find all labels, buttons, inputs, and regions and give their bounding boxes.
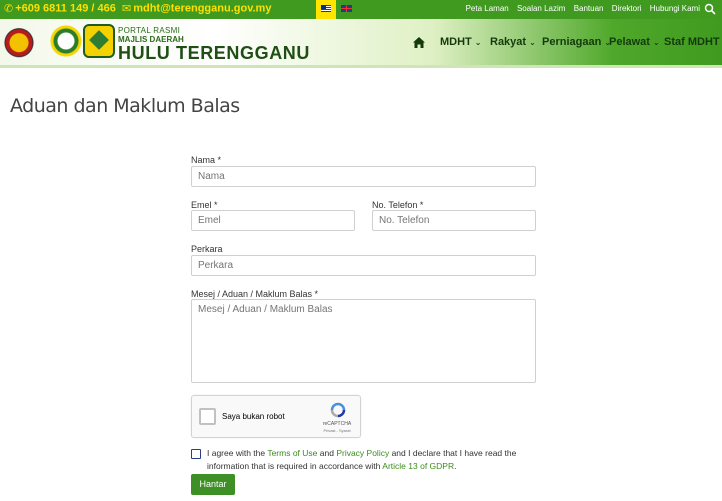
top-links: Peta Laman Soalan Lazim Bantuan Direktor… xyxy=(460,4,700,13)
recaptcha-terms[interactable]: Privasi - Syarat xyxy=(312,428,362,433)
contact-info: ✆ +609 6811 149 / 466 ✉ mdht@terengganu.go… xyxy=(4,2,271,16)
nav-perniagaan[interactable]: Perniagaan ⌄ xyxy=(542,36,611,48)
nav-rakyat-label: Rakyat xyxy=(490,36,527,48)
phone-number[interactable]: +609 6811 149 / 466 xyxy=(15,3,116,15)
link-bantuan[interactable]: Bantuan xyxy=(574,4,604,13)
search-icon[interactable] xyxy=(704,2,716,16)
email-address[interactable]: mdht@terengganu.gov.my xyxy=(133,3,271,15)
language-english-flag-icon[interactable] xyxy=(341,5,352,12)
email-input[interactable] xyxy=(191,210,355,231)
agree-text-end: . xyxy=(454,461,457,471)
gdpr-article-link[interactable]: Article 13 of GDPR xyxy=(382,461,454,471)
agree-text: I agree with the Terms of Use and Privac… xyxy=(207,447,527,473)
link-hubungi-kami[interactable]: Hubungi Kami xyxy=(650,4,700,13)
nav-mdht-label: MDHT xyxy=(440,36,472,48)
nav-rakyat[interactable]: Rakyat ⌄ xyxy=(490,36,536,48)
phone-label: No. Telefon * xyxy=(372,200,424,210)
link-peta-laman[interactable]: Peta Laman xyxy=(466,4,509,13)
nav-staf-mdht-label: Staf MDHT xyxy=(664,36,720,48)
message-label: Mesej / Aduan / Maklum Balas * xyxy=(191,289,319,299)
nav-pelawat-label: Pelawat xyxy=(609,36,650,48)
state-crest-logo xyxy=(3,24,35,58)
phone-icon: ✆ xyxy=(4,3,14,15)
chevron-down-icon: ⌄ xyxy=(529,38,536,47)
terms-of-use-link[interactable]: Terms of Use xyxy=(267,448,317,458)
nav-perniagaan-label: Perniagaan xyxy=(542,36,602,48)
message-textarea[interactable] xyxy=(191,299,536,383)
nav-staf-mdht[interactable]: Staf MDHT⌄ xyxy=(664,36,722,48)
recaptcha-widget: Saya bukan robot reCAPTCHA Privasi - Sya… xyxy=(191,395,361,438)
link-soalan-lazim[interactable]: Soalan Lazim xyxy=(517,4,565,13)
agree-text-and: and xyxy=(317,448,337,458)
recaptcha-label: Saya bukan robot xyxy=(222,412,285,421)
top-bar: ✆ +609 6811 149 / 466 ✉ mdht@terengganu.go… xyxy=(0,0,722,19)
mail-icon: ✉ xyxy=(121,3,132,15)
page-title: Aduan dan Maklum Balas xyxy=(10,95,240,117)
nav-pelawat[interactable]: Pelawat ⌄ xyxy=(609,36,660,48)
phone-input[interactable] xyxy=(372,210,536,231)
recaptcha-logo-icon xyxy=(330,402,346,418)
terengganu-emblem-logo xyxy=(50,24,82,58)
recaptcha-brand: reCAPTCHA xyxy=(322,421,352,427)
chevron-down-icon: ⌄ xyxy=(474,38,482,47)
brand-line-3: HULU TERENGGANU xyxy=(118,43,310,63)
recaptcha-checkbox[interactable] xyxy=(199,408,216,425)
privacy-policy-link[interactable]: Privacy Policy xyxy=(336,448,389,458)
agree-text-pre: I agree with the xyxy=(207,448,268,458)
email-label: Emel * xyxy=(191,200,218,210)
nav-mdht[interactable]: MDHT ⌄ xyxy=(440,36,481,48)
name-label: Nama * xyxy=(191,155,222,165)
home-icon[interactable] xyxy=(413,37,425,48)
language-malay-flag-icon[interactable] xyxy=(316,0,336,19)
mdht-logo[interactable] xyxy=(83,24,115,58)
subject-label: Perkara xyxy=(191,244,223,254)
agree-checkbox[interactable] xyxy=(191,449,201,459)
chevron-down-icon: ⌄ xyxy=(652,38,660,47)
name-input[interactable] xyxy=(191,166,536,187)
brand-title[interactable]: PORTAL RASMI MAJLIS DAERAH HULU TERENGGA… xyxy=(118,27,310,63)
brand-line-1: PORTAL RASMI xyxy=(118,26,181,35)
subject-input[interactable] xyxy=(191,255,536,276)
submit-button[interactable]: Hantar xyxy=(191,474,235,495)
link-direktori[interactable]: Direktori xyxy=(612,4,642,13)
